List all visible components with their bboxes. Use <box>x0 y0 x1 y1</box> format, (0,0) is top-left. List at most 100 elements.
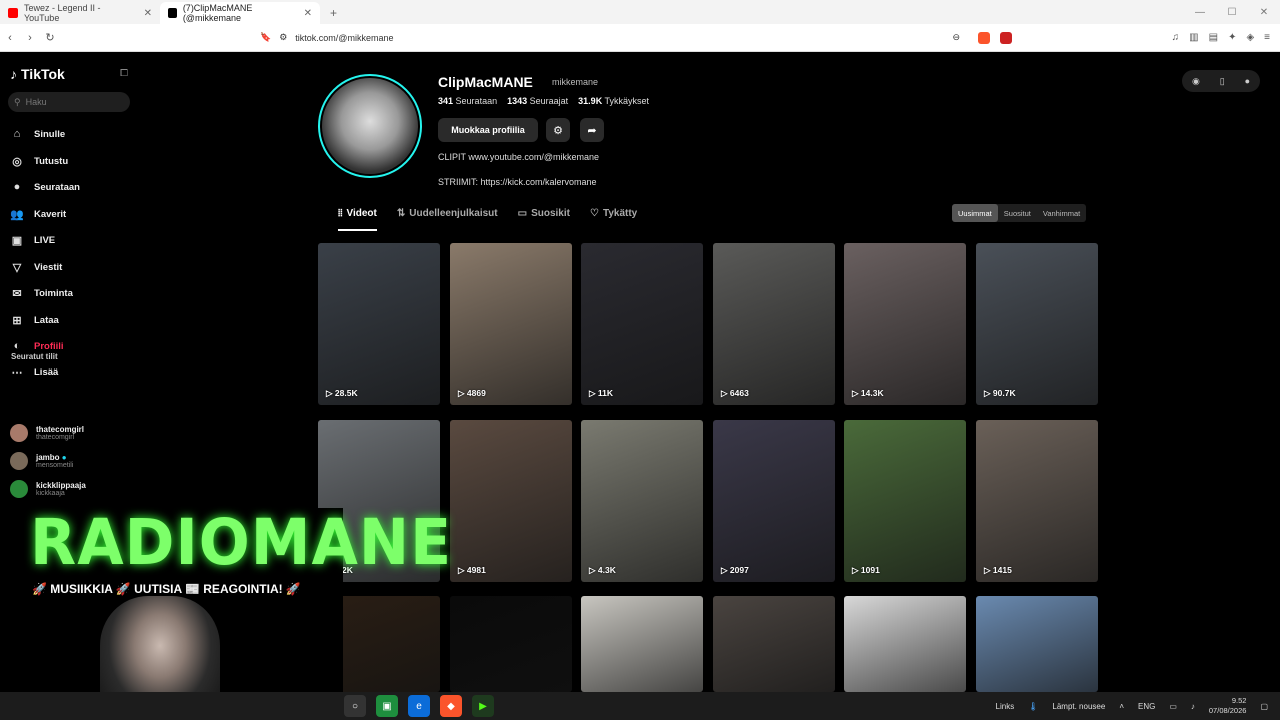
sidebar-item-7[interactable]: ⊞ Lataa <box>10 314 59 327</box>
video-tile[interactable]: ▷ 4.3K <box>581 420 703 582</box>
tab-liked[interactable]: ♡ Tykätty <box>590 208 637 231</box>
bio-line[interactable]: CLIPIT www.youtube.com/@mikkemane <box>438 152 599 162</box>
music-icon[interactable]: ♫ <box>1172 32 1180 43</box>
video-tile[interactable]: ▷ 6463 <box>713 243 835 405</box>
sidebar-item-2[interactable]: ● Seurataan <box>10 181 80 193</box>
followed-account[interactable]: jambo ● mensometili <box>10 452 73 470</box>
links-toolbar[interactable]: Links <box>996 702 1015 711</box>
back-icon[interactable]: ‹ <box>0 32 20 44</box>
reload-icon[interactable]: ↻ <box>40 31 60 44</box>
sidebar-item-3[interactable]: 👥 Kaverit <box>10 208 66 221</box>
video-tile[interactable]: ▷ 4981 <box>450 420 572 582</box>
view-count: ▷ 28.5K <box>326 388 358 399</box>
share-button[interactable]: ➦ <box>580 118 604 142</box>
sidebar-item-6[interactable]: ✉ Toiminta <box>10 287 73 300</box>
grid-icon: ⦙⦙ <box>338 208 343 219</box>
weather-text[interactable]: Lämpt. nousee <box>1052 702 1105 711</box>
phone-icon[interactable]: ▯ <box>1220 76 1225 87</box>
browser-tab-youtube[interactable]: Tewez - Legend II - YouTube ✕ <box>0 2 160 24</box>
address-bar: ‹ › ↻ 🔖 ⚙ tiktok.com/@mikkemane ⊖ ♫ ▥ ▤ … <box>0 24 1280 52</box>
sort-oldest[interactable]: Vanhimmat <box>1037 204 1086 222</box>
extensions-icon[interactable]: ✦ <box>1228 32 1236 43</box>
url-field[interactable]: 🔖 ⚙ tiktok.com/@mikkemane ⊖ <box>260 32 960 43</box>
kick-icon[interactable]: ▶ <box>472 695 494 717</box>
menu-icon[interactable]: ≡ <box>1264 32 1270 43</box>
notification-icon[interactable]: ▢ <box>1260 702 1268 711</box>
brave-shield-icon[interactable] <box>978 31 990 44</box>
sidebar-item-label: Lataa <box>34 315 59 326</box>
play-icon: ▷ <box>721 388 730 398</box>
settings-button[interactable]: ⚙ <box>546 118 570 142</box>
maximize-icon[interactable]: ☐ <box>1216 0 1248 24</box>
video-tile[interactable]: ▷ 4869 <box>450 243 572 405</box>
video-tile[interactable] <box>713 596 835 692</box>
site-info-icon[interactable]: ⚙ <box>279 32 287 43</box>
compass-icon[interactable]: ◉ <box>1192 76 1200 87</box>
tab-favorites[interactable]: ▭ Suosikit <box>518 208 570 231</box>
video-tile[interactable]: ▷ 1091 <box>844 420 966 582</box>
sidebar-icon[interactable]: ▥ <box>1189 32 1198 43</box>
play-icon: ▷ <box>852 565 861 575</box>
close-icon[interactable]: ✕ <box>304 8 312 19</box>
app-icon[interactable]: ▣ <box>376 695 398 717</box>
sidebar-item-8[interactable]: ◐ Profiili <box>10 340 64 352</box>
sidebar-item-0[interactable]: ⌂ Sinulle <box>10 128 65 140</box>
following-stat[interactable]: 341 Seurataan <box>438 96 497 106</box>
followed-account[interactable]: kickklippaaja kickkaaja <box>10 480 86 498</box>
brave-icon[interactable]: ◆ <box>440 695 462 717</box>
forward-icon[interactable]: › <box>20 32 40 44</box>
user-avatar-icon[interactable]: ● <box>1245 76 1250 86</box>
bookmark-icon[interactable]: 🔖 <box>260 32 271 43</box>
video-tile[interactable] <box>844 596 966 692</box>
tab-reposts[interactable]: ⇅ Uudelleenjulkaisut <box>397 208 498 231</box>
new-tab-button[interactable]: + <box>320 2 347 24</box>
play-icon: ▷ <box>458 565 467 575</box>
search-input[interactable]: ⚲ Haku <box>8 92 130 112</box>
volume-icon[interactable]: ♪ <box>1191 702 1195 711</box>
followed-account[interactable]: thatecomgirl thatecomgirl <box>10 424 84 442</box>
sidebar-item-4[interactable]: ▣ LIVE <box>10 234 55 247</box>
clock[interactable]: 9.52 07/08/2026 <box>1209 696 1247 716</box>
browser-tab-tiktok[interactable]: (7)ClipMacMANE (@mikkemane ✕ <box>160 2 320 24</box>
video-tile[interactable]: ▷ 14.3K <box>844 243 966 405</box>
chevron-up-icon[interactable]: ˄ <box>1119 702 1124 711</box>
close-icon[interactable]: ✕ <box>144 8 152 19</box>
home-icon: ⌂ <box>13 128 21 140</box>
sidebar-item-1[interactable]: ◎ Tutustu <box>10 155 68 168</box>
sort-popular[interactable]: Suositut <box>998 204 1037 222</box>
clock-date: 07/08/2026 <box>1208 706 1247 715</box>
logo-text: TikTok <box>21 66 65 82</box>
video-tile[interactable]: ▷ 11K <box>581 243 703 405</box>
video-tile[interactable]: ▷ 28.5K <box>318 243 440 405</box>
language-indicator[interactable]: ENG <box>1138 702 1155 711</box>
network-icon[interactable]: ▭ <box>1169 702 1177 711</box>
video-tile[interactable] <box>581 596 703 692</box>
bio-line[interactable]: STRIIMIT: https://kick.com/kalervomane <box>438 177 597 187</box>
tab-videos[interactable]: ⦙⦙ Videot <box>338 208 377 231</box>
edit-profile-button[interactable]: Muokkaa profiilia <box>438 118 538 142</box>
followers-stat[interactable]: 1343 Seuraajat <box>507 96 568 106</box>
collapse-sidebar-icon[interactable]: ⧠ <box>120 68 128 79</box>
sidebar-item-5[interactable]: ▽ Viestit <box>10 261 63 274</box>
search-app-icon[interactable]: ○ <box>344 695 366 717</box>
video-tile[interactable] <box>450 596 572 692</box>
close-window-icon[interactable]: ✕ <box>1248 0 1280 24</box>
sort-newest[interactable]: Uusimmat <box>952 204 998 222</box>
video-tile[interactable] <box>976 596 1098 692</box>
sidebar-item-9[interactable]: ⋯ Lisää <box>10 366 59 379</box>
profile-tabs: ⦙⦙ Videot ⇅ Uudelleenjulkaisut ▭ Suosikit ♡… <box>338 208 657 231</box>
verified-icon: ● <box>61 453 67 462</box>
profile-avatar[interactable] <box>318 74 422 178</box>
zoom-icon[interactable]: ⊖ <box>952 32 960 43</box>
minimize-icon[interactable]: — <box>1184 0 1216 24</box>
wallet-icon[interactable]: ▤ <box>1209 32 1218 43</box>
video-tile[interactable]: ▷ 1415 <box>976 420 1098 582</box>
vpn-icon[interactable]: ◈ <box>1246 32 1254 43</box>
taskbar: ○ ▣ e ◆ ▶ Links 🌡 Lämpt. nousee ˄ ENG ▭ … <box>0 692 1280 720</box>
account-name: kickklippaaja <box>36 481 86 490</box>
video-tile[interactable]: ▷ 2097 <box>713 420 835 582</box>
tiktok-logo[interactable]: ♪ TikTok <box>10 66 65 82</box>
rewards-icon[interactable] <box>1000 31 1012 44</box>
video-tile[interactable]: ▷ 90.7K <box>976 243 1098 405</box>
edge-icon[interactable]: e <box>408 695 430 717</box>
